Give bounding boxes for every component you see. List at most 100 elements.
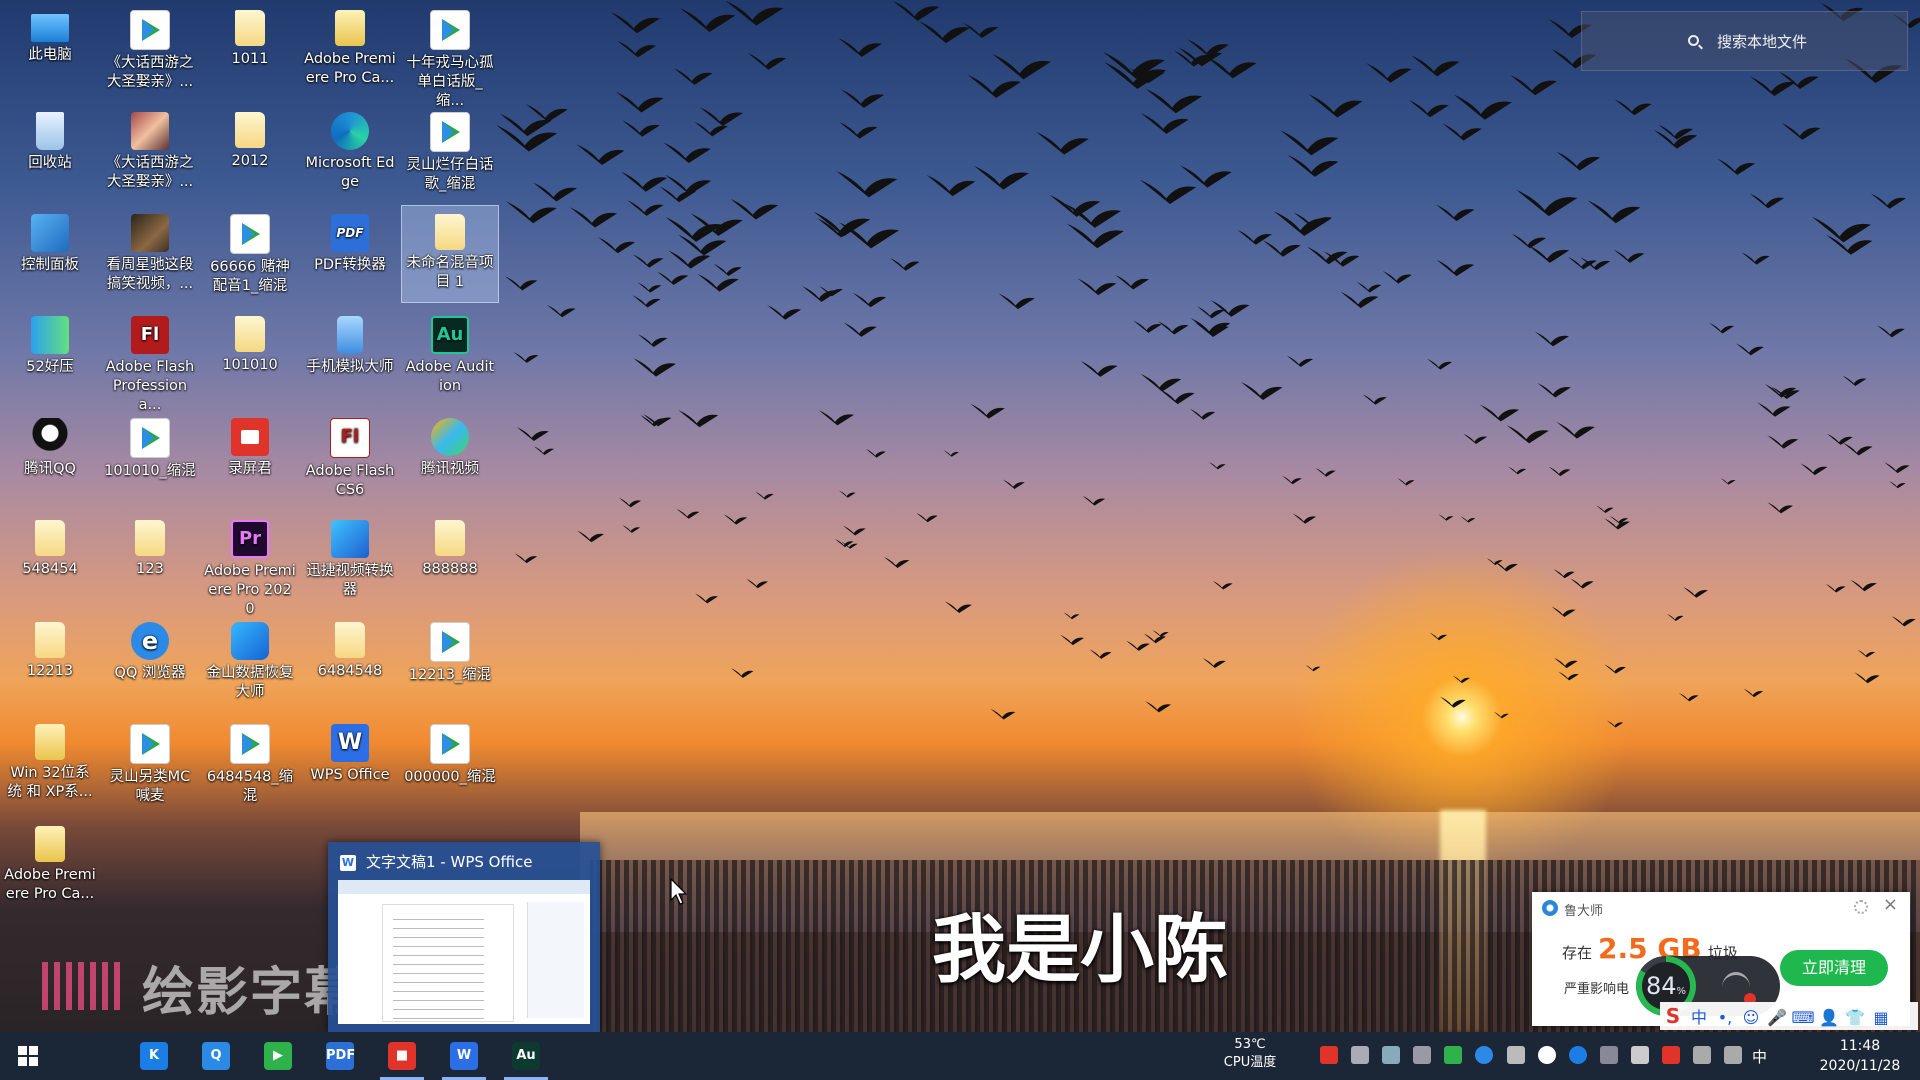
taskbar-app-tencent-video[interactable]: ▶	[250, 1032, 306, 1080]
desktop-icon[interactable]: 《大话西游之大圣娶亲》...	[102, 104, 198, 200]
ime-punctuation-toggle[interactable]: •,	[1712, 1004, 1738, 1032]
ime-chinese-toggle[interactable]: 中	[1686, 1004, 1712, 1032]
wps-taskbar-preview[interactable]: W 文字文稿1 - WPS Office	[328, 842, 600, 1032]
desktop-icon[interactable]: 《大话西游之大圣娶亲》...	[102, 2, 198, 98]
desktop-icon[interactable]: 12213	[2, 614, 98, 710]
desktop-icon[interactable]: Fl Adobe Flash CS6	[302, 410, 398, 506]
search-local-files-box[interactable]: 搜索本地文件	[1581, 11, 1908, 71]
desktop-icon[interactable]: 123	[102, 512, 198, 608]
cpu-temperature[interactable]: 53℃ CPU温度	[1210, 1036, 1290, 1072]
skin-icon[interactable]: 👕	[1842, 1004, 1868, 1032]
taskbar-app-screen-recorder[interactable]: ■	[374, 1032, 430, 1080]
search-icon	[1688, 35, 1699, 46]
bird-silhouette	[678, 409, 719, 428]
desktop-icon[interactable]: 66666 赌神配音1_缩混	[202, 206, 298, 302]
desktop-icon[interactable]: 6484548	[302, 614, 398, 710]
desktop-icon[interactable]: 888888	[402, 512, 498, 608]
document-tray-icon[interactable]	[1382, 1045, 1401, 1064]
bird-silhouette	[533, 182, 577, 202]
clock[interactable]: 11:48 2020/11/28	[1808, 1036, 1912, 1076]
keyboard-icon[interactable]: ⌨	[1790, 1004, 1816, 1032]
desktop-icon[interactable]: 看周星驰这段搞笑视频，...	[102, 206, 198, 302]
desktop-icon[interactable]: 000000_缩混	[402, 716, 498, 812]
shield-tray-icon[interactable]	[1444, 1045, 1463, 1064]
sogou-logo-icon[interactable]: S	[1660, 1002, 1686, 1030]
bird-silhouette	[1115, 274, 1149, 290]
desktop-icon[interactable]: 迅捷视频转换器	[302, 512, 398, 608]
bird-silhouette	[1678, 692, 1699, 702]
bluetooth-icon[interactable]	[1475, 1045, 1494, 1064]
close-icon[interactable]: ×	[1883, 894, 1898, 915]
desktop-icon[interactable]: Adobe Premiere Pro Ca...	[302, 2, 398, 98]
desktop-icon[interactable]: 十年戎马心孤单白话版_缩...	[402, 2, 498, 109]
record-tray-icon[interactable]	[1537, 1045, 1556, 1064]
desktop-icon[interactable]: 101010_缩混	[102, 410, 198, 506]
play-tray-icon[interactable]	[1413, 1045, 1432, 1064]
user-icon[interactable]: 👤	[1816, 1004, 1842, 1032]
desktop-icon[interactable]: Fl Adobe Flash Professiona...	[102, 308, 198, 413]
desktop-icon[interactable]: Pr Adobe Premiere Pro 2020	[202, 512, 298, 617]
emoji-icon[interactable]: ☺	[1738, 1004, 1764, 1032]
bird-silhouette	[1280, 130, 1339, 156]
desktop-icon[interactable]: 未命名混音项目 1	[401, 205, 499, 303]
desktop-icon[interactable]: 录屏君	[202, 410, 298, 506]
toolbox-icon[interactable]: ▦	[1868, 1004, 1894, 1032]
bird-silhouette	[916, 512, 938, 523]
taskbar-app-kugou[interactable]: K	[126, 1032, 182, 1080]
taskbar-app-pdf-converter[interactable]: PDF	[312, 1032, 368, 1080]
desktop-icon[interactable]: W WPS Office	[302, 716, 398, 812]
pen-icon[interactable]	[1724, 1045, 1743, 1064]
pr-icon: Pr	[231, 520, 269, 558]
desktop-icon[interactable]: 此电脑	[2, 2, 98, 98]
desktop-icon[interactable]: 灵山烂仔白话歌_缩混	[402, 104, 498, 200]
wifi-icon[interactable]	[1599, 1045, 1618, 1064]
desktop-icon[interactable]: 手机模拟大师	[302, 308, 398, 404]
people-tray-icon[interactable]	[1506, 1045, 1525, 1064]
battery-icon[interactable]	[1693, 1045, 1712, 1064]
desktop-icon[interactable]: 灵山另类MC喊麦	[102, 716, 198, 812]
desktop-icon-label: 000000_缩混	[404, 769, 496, 785]
desktop-icon[interactable]: 金山数据恢复大师	[202, 614, 298, 710]
desktop-icon[interactable]: 548454	[2, 512, 98, 608]
bird-silhouette	[1800, 463, 1828, 476]
desktop-icon[interactable]: 腾讯视频	[402, 410, 498, 506]
desktop-icon[interactable]: 101010	[202, 308, 298, 404]
desktop-icon-label: Adobe Audition	[405, 359, 495, 394]
start-button[interactable]	[0, 1032, 56, 1080]
desktop-icon[interactable]: 腾讯QQ	[2, 410, 98, 506]
volume-icon[interactable]	[1630, 1045, 1649, 1064]
desktop-icon[interactable]: 12213_缩混	[402, 614, 498, 710]
taskbar-app-wps[interactable]: W	[436, 1032, 492, 1080]
desktop-icon[interactable]: PDF PDF转换器	[302, 206, 398, 302]
desktop-icon[interactable]: 回收站	[2, 104, 98, 200]
taskbar-app-audition[interactable]: Au	[498, 1032, 554, 1080]
input-language-indicator[interactable]: 中	[1752, 1046, 1767, 1067]
desktop-icon[interactable]: Microsoft Edge	[302, 104, 398, 200]
qq-browser-icon: Q	[202, 1042, 230, 1070]
desktop-icon[interactable]: Adobe Premiere Pro Ca...	[2, 818, 98, 914]
microphone-icon[interactable]: 🎤	[1764, 1004, 1790, 1032]
desktop-icon[interactable]: Au Adobe Audition	[402, 308, 498, 404]
desktop-icon[interactable]: 6484548_缩混	[202, 716, 298, 812]
sogou-ime-toolbar[interactable]: S 中 •, ☺ 🎤 ⌨ 👤 👕 ▦	[1660, 1002, 1918, 1030]
wps-icon: W	[331, 724, 369, 762]
desktop-icon[interactable]: 52好压	[2, 308, 98, 404]
desktop-icon[interactable]: Win 32位系统 和 XP系...	[2, 716, 98, 812]
gear-icon[interactable]	[1854, 900, 1868, 914]
cortana-button[interactable]	[62, 1032, 164, 1080]
desktop-icon-label: Microsoft Edge	[305, 155, 395, 190]
recorder-tray-icon[interactable]	[1320, 1045, 1338, 1064]
desktop-icon[interactable]: 控制面板	[2, 206, 98, 302]
desktop-icon[interactable]: 2012	[202, 104, 298, 200]
clean-now-button[interactable]: 立即清理	[1780, 950, 1888, 986]
taskbar-app-qq-browser[interactable]: Q	[188, 1032, 244, 1080]
bird-silhouette	[998, 293, 1035, 310]
desktop-icon-label: Adobe Premiere Pro Ca...	[4, 867, 96, 902]
desktop-icon[interactable]: 1011	[202, 2, 298, 98]
kugou-tray-icon[interactable]	[1568, 1045, 1587, 1064]
flag-tray-icon[interactable]	[1662, 1045, 1681, 1064]
folderzip-icon	[35, 724, 65, 760]
photo-icon	[131, 112, 169, 150]
cube-tray-icon[interactable]	[1351, 1045, 1370, 1064]
desktop-icon[interactable]: e QQ 浏览器	[102, 614, 198, 710]
